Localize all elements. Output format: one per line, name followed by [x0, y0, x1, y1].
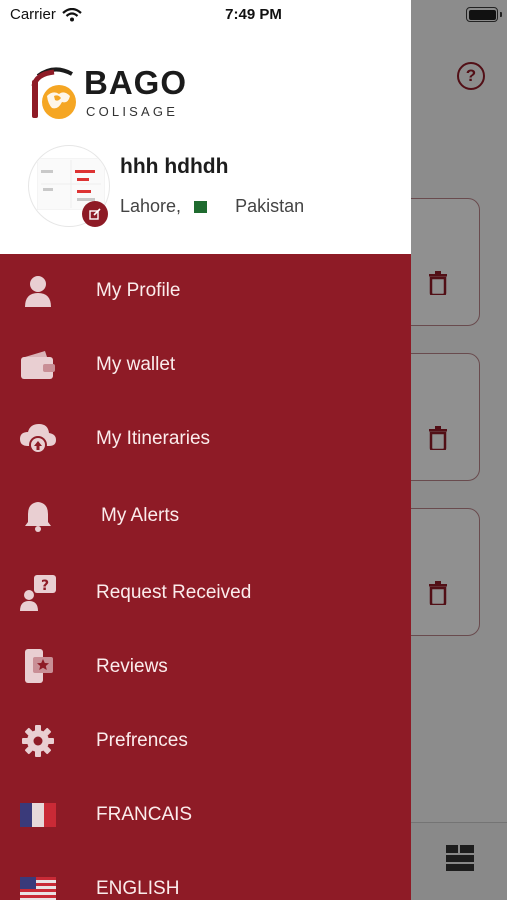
brand-subtitle: COLISAGE — [86, 104, 179, 119]
user-location: Lahore, Pakistan — [120, 196, 304, 217]
menu-item-preferences[interactable]: Prefrences — [0, 712, 411, 770]
menu-label: My Itineraries — [96, 428, 211, 449]
menu-label: FRANCAIS — [96, 804, 193, 825]
svg-text:?: ? — [41, 578, 49, 594]
menu-label: Prefrences — [96, 730, 188, 751]
flag-france-icon — [20, 797, 56, 833]
user-icon — [20, 273, 56, 309]
menu-item-francais[interactable]: FRANCAIS — [0, 786, 411, 844]
menu-label: My Alerts — [101, 505, 180, 526]
flag-usa-icon — [20, 871, 56, 900]
menu-item-request-received[interactable]: ? Request Received — [0, 564, 411, 622]
reviews-phone-star-icon — [20, 649, 56, 685]
menu-item-my-itineraries[interactable]: My Itineraries — [0, 410, 411, 468]
menu-item-my-alerts[interactable]: My Alerts — [0, 487, 411, 545]
menu-item-english[interactable]: ENGLISH — [0, 860, 411, 900]
menu-item-my-profile[interactable]: My Profile — [0, 262, 411, 320]
bago-logo: BAGO COLISAGE — [28, 66, 187, 124]
edit-icon — [89, 208, 101, 220]
gear-icon — [20, 723, 56, 759]
wallet-icon — [20, 347, 56, 383]
drawer-header: BAGO COLISAGE hhh hdhdh Lahore, Pakistan — [0, 0, 411, 254]
status-bar: Carrier 7:49 PM — [0, 0, 507, 32]
bell-icon — [20, 498, 56, 534]
cloud-upload-icon — [20, 421, 56, 457]
edit-profile-button[interactable] — [82, 201, 108, 227]
menu-label: ENGLISH — [96, 878, 180, 899]
globe-suitcase-logo-icon — [31, 67, 76, 119]
side-drawer: BAGO COLISAGE hhh hdhdh Lahore, Pakistan… — [0, 0, 411, 900]
pakistan-flag-icon — [189, 200, 208, 213]
drawer-menu: My Profile My wallet My Itineraries My A… — [0, 254, 411, 900]
request-question-icon: ? — [20, 575, 56, 611]
brand-name: BAGO — [84, 64, 187, 101]
user-name: hhh hdhdh — [120, 155, 229, 178]
user-country: Pakistan — [235, 196, 305, 216]
menu-item-reviews[interactable]: Reviews — [0, 638, 411, 696]
menu-label: My wallet — [96, 354, 176, 375]
menu-label: Reviews — [96, 656, 168, 677]
menu-label: My Profile — [96, 280, 181, 301]
battery-icon — [466, 7, 502, 22]
menu-item-my-wallet[interactable]: My wallet — [0, 336, 411, 394]
status-time: 7:49 PM — [225, 6, 282, 23]
menu-label: Request Received — [96, 582, 252, 603]
user-city: Lahore, — [120, 196, 182, 216]
